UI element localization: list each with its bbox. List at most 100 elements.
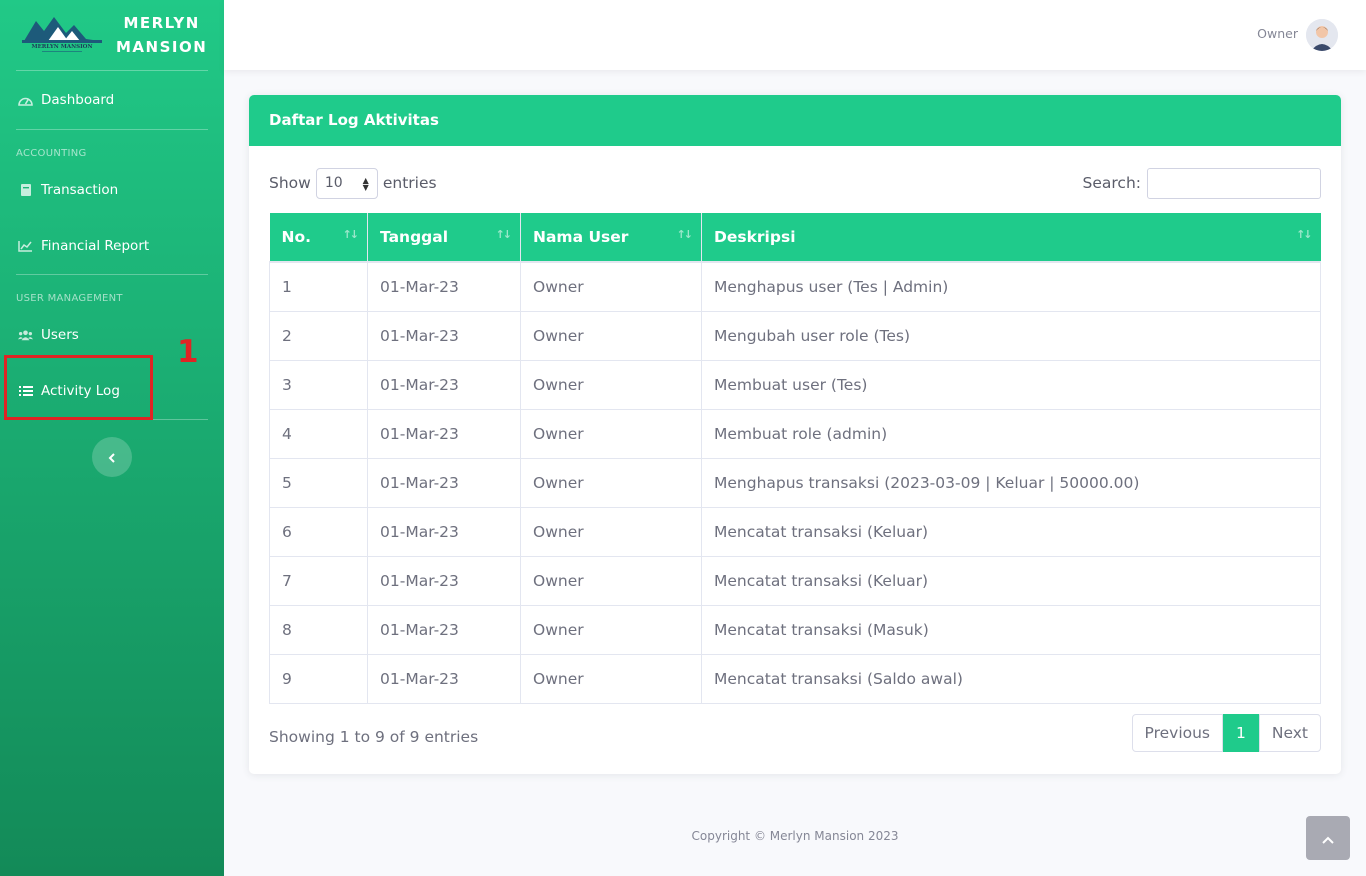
users-icon: [18, 328, 33, 343]
annotation-highlight-box: [4, 355, 153, 420]
column-header-nama-user[interactable]: Nama User ↑↓: [520, 213, 702, 262]
brand-line-2: MANSION: [116, 38, 208, 56]
cell-no: 5: [269, 457, 368, 508]
chevron-left-icon: [108, 448, 116, 467]
sort-icon: ↑↓: [1296, 228, 1313, 241]
brand-name: MERLYN MANSION: [116, 11, 207, 59]
table-row: 4 01-Mar-23 Owner Membuat role (admin): [269, 408, 1321, 459]
book-icon: [18, 183, 33, 198]
cell-tanggal: 01-Mar-23: [367, 310, 521, 361]
sidebar-toggle-button[interactable]: [92, 437, 132, 477]
sort-icon: ↑↓: [676, 228, 694, 241]
scroll-to-top-button[interactable]: [1306, 816, 1350, 860]
column-header-no[interactable]: No. ↑↓: [269, 213, 368, 262]
cell-no: 3: [269, 359, 368, 410]
tachometer-icon: [18, 93, 33, 108]
sidebar-item-transaction[interactable]: Transaction: [0, 162, 224, 218]
cell-tanggal: 01-Mar-23: [367, 653, 521, 704]
cell-no: 8: [269, 604, 368, 655]
svg-text:MERLYN MANSION: MERLYN MANSION: [32, 44, 93, 50]
table-row: 1 01-Mar-23 Owner Menghapus user (Tes | Adm…: [269, 261, 1321, 312]
cell-deskripsi: Mencatat transaksi (Saldo awal): [701, 653, 1321, 704]
merlyn-mansion-logo: MERLYN MANSION: [22, 15, 102, 55]
topbar: Owner: [224, 0, 1366, 70]
cell-tanggal: 01-Mar-23: [367, 555, 521, 606]
entries-label: entries: [382, 174, 437, 192]
table-row: 2 01-Mar-23 Owner Mengubah user role (Tes): [269, 310, 1321, 361]
table-controls: Show 10 ▲ ▼ entries Search:: [269, 167, 1321, 199]
page-length-control: Show 10 ▲ ▼ entries: [269, 167, 437, 199]
cell-no: 9: [269, 653, 368, 704]
cell-tanggal: 01-Mar-23: [367, 604, 521, 655]
search-label: Search:: [1082, 174, 1141, 192]
cell-deskripsi: Menghapus transaksi (2023-03-09 | Keluar…: [701, 457, 1321, 508]
brand-line-1: MERLYN: [123, 14, 200, 32]
activity-log-table: No. ↑↓ Tanggal ↑↓ Nama User ↑↓ Deskripsi ↑↓ …: [269, 213, 1321, 704]
cell-deskripsi: Mengubah user role (Tes): [701, 310, 1321, 361]
select-arrows-icon: ▲ ▼: [362, 175, 369, 192]
pagination: Previous 1 Next: [1131, 714, 1321, 752]
column-header-label: Deskripsi: [714, 228, 796, 246]
cell-deskripsi: Menghapus user (Tes | Admin): [701, 261, 1321, 312]
activity-log-card: Daftar Log Aktivitas Show 10 ▲ ▼ entries …: [249, 95, 1341, 774]
table-info: Showing 1 to 9 of 9 entries: [269, 728, 479, 746]
sort-icon: ↑↓: [342, 228, 360, 241]
footer-copyright: Copyright © Merlyn Mansion 2023: [691, 829, 899, 843]
annotation-number: 1: [177, 334, 199, 370]
column-header-label: Nama User: [533, 228, 629, 246]
table-row: 5 01-Mar-23 Owner Menghapus transaksi (2023…: [269, 457, 1321, 508]
search-control: Search:: [1083, 167, 1321, 199]
table-row: 8 01-Mar-23 Owner Mencatat transaksi (Masuk…: [269, 604, 1321, 655]
cell-no: 7: [269, 555, 368, 606]
user-name[interactable]: Owner: [1257, 26, 1298, 41]
cell-tanggal: 01-Mar-23: [367, 359, 521, 410]
cell-nama-user: Owner: [520, 653, 702, 704]
column-header-label: No.: [281, 228, 312, 246]
cell-deskripsi: Mencatat transaksi (Keluar): [701, 555, 1321, 606]
sidebar-item-label: Users: [41, 327, 79, 343]
cell-deskripsi: Mencatat transaksi (Masuk): [701, 604, 1321, 655]
table-row: 3 01-Mar-23 Owner Membuat user (Tes): [269, 359, 1321, 410]
sidebar-brand[interactable]: MERLYN MANSION MERLYN MANSION: [0, 0, 224, 70]
sidebar-heading-accounting: ACCOUNTING: [16, 148, 87, 159]
avatar[interactable]: [1306, 19, 1338, 51]
chart-area-icon: [18, 239, 33, 254]
cell-nama-user: Owner: [520, 408, 702, 459]
cell-nama-user: Owner: [520, 261, 702, 312]
cell-deskripsi: Membuat role (admin): [701, 408, 1321, 459]
cell-nama-user: Owner: [520, 604, 702, 655]
table-row: 7 01-Mar-23 Owner Mencatat transaksi (Kelua…: [269, 555, 1321, 606]
table-row: 6 01-Mar-23 Owner Mencatat transaksi (Kelua…: [269, 506, 1321, 557]
pagination-next-button[interactable]: Next: [1258, 714, 1321, 752]
page-length-select[interactable]: 10 ▲ ▼: [315, 167, 378, 199]
sidebar-item-label: Dashboard: [41, 92, 115, 108]
cell-nama-user: Owner: [520, 359, 702, 410]
cell-nama-user: Owner: [520, 555, 702, 606]
table-header-row: No. ↑↓ Tanggal ↑↓ Nama User ↑↓ Deskripsi ↑↓: [269, 213, 1321, 262]
pagination-page-button[interactable]: 1: [1223, 714, 1259, 752]
chevron-up-icon: [1322, 829, 1334, 848]
cell-nama-user: Owner: [520, 506, 702, 557]
cell-nama-user: Owner: [520, 457, 702, 508]
cell-no: 4: [269, 408, 368, 459]
sidebar-item-label: Transaction: [41, 182, 119, 198]
cell-no: 6: [269, 506, 368, 557]
cell-tanggal: 01-Mar-23: [367, 261, 521, 312]
cell-no: 2: [269, 310, 368, 361]
sidebar-item-dashboard[interactable]: Dashboard: [0, 71, 224, 129]
sort-icon: ↑↓: [495, 228, 513, 241]
column-header-tanggal[interactable]: Tanggal ↑↓: [367, 213, 521, 262]
page-length-value: 10: [324, 175, 343, 191]
cell-no: 1: [269, 261, 368, 312]
cell-deskripsi: Membuat user (Tes): [701, 359, 1321, 410]
sidebar-item-financial-report[interactable]: Financial Report: [0, 218, 224, 274]
cell-deskripsi: Mencatat transaksi (Keluar): [701, 506, 1321, 557]
card-title: Daftar Log Aktivitas: [249, 95, 1341, 146]
sidebar-heading-user-management: USER MANAGEMENT: [16, 293, 123, 304]
cell-nama-user: Owner: [520, 310, 702, 361]
search-input[interactable]: [1147, 167, 1321, 199]
column-header-deskripsi[interactable]: Deskripsi ↑↓: [701, 213, 1321, 262]
pagination-previous-button[interactable]: Previous: [1131, 714, 1224, 752]
show-label: Show: [269, 174, 311, 192]
sidebar-item-label: Financial Report: [41, 238, 150, 254]
